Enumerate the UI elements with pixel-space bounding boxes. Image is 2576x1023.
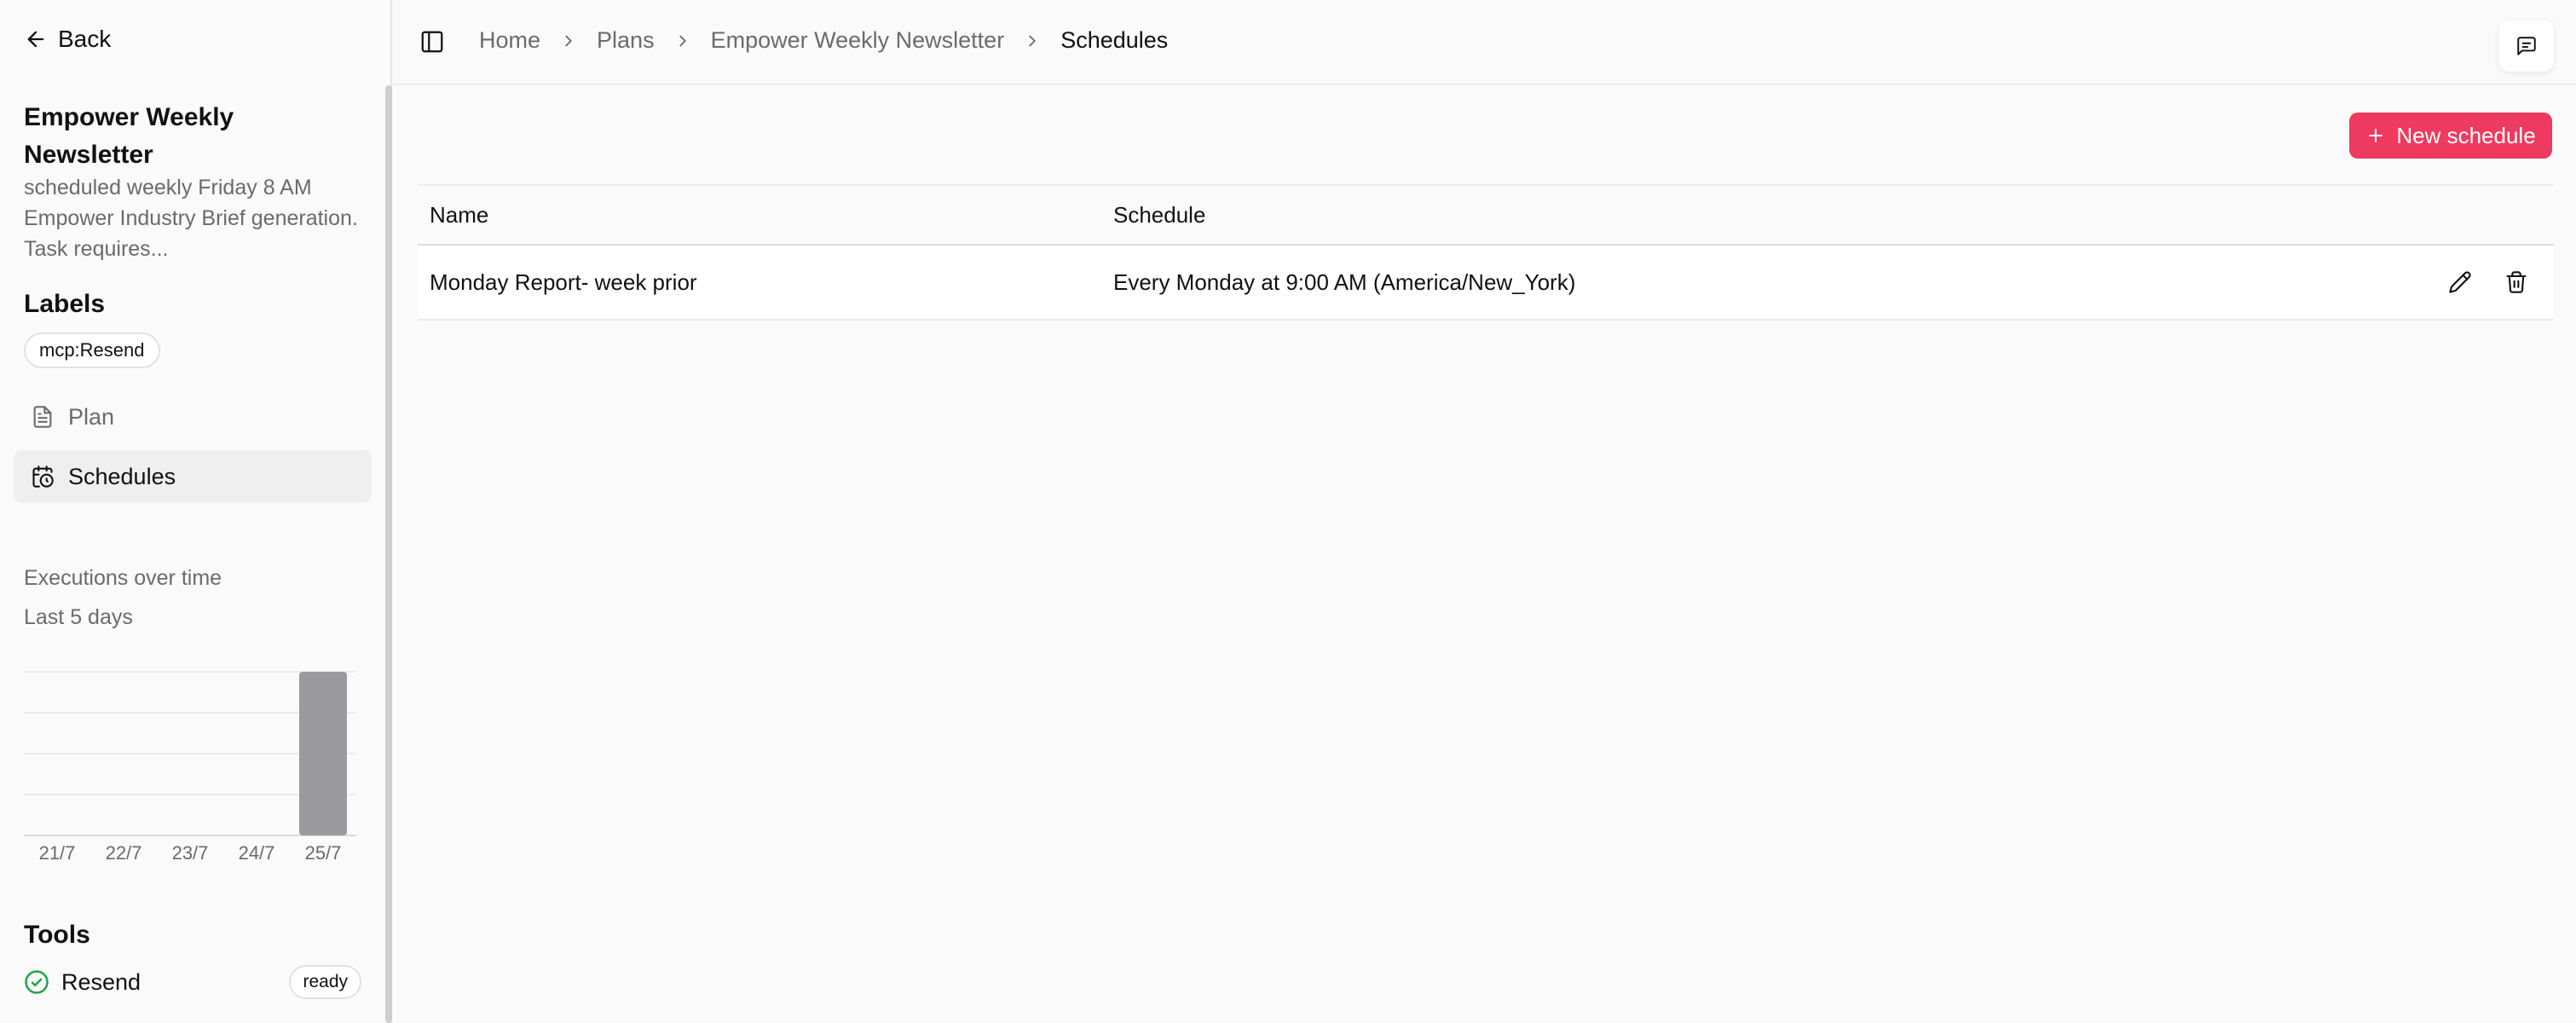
new-schedule-button[interactable]: New schedule: [2349, 113, 2552, 159]
plan-title: Empower Weekly Newsletter: [24, 103, 234, 169]
column-header-schedule: Schedule: [1113, 201, 1206, 228]
executions-subtitle: Last 5 days: [24, 605, 133, 629]
chevron-right-icon: [565, 35, 572, 46]
table-row[interactable]: Monday Report- week prior Every Monday a…: [418, 246, 2554, 321]
breadcrumb-plans[interactable]: Plans: [597, 27, 655, 54]
chart-tick-label: 22/7: [106, 842, 142, 864]
trash-icon[interactable]: [2504, 270, 2528, 294]
sidebar-item-label: Schedules: [68, 463, 176, 489]
panel-left-icon: [421, 31, 443, 53]
tool-info: Resend: [24, 969, 141, 996]
sidebar-nav: Plan Schedules: [14, 390, 372, 510]
sidebar-item-label: Plan: [68, 403, 115, 430]
status-badge: ready: [289, 965, 361, 999]
labels-heading: Labels: [24, 290, 106, 318]
sidebar: Back Empower Weekly Newsletter scheduled…: [0, 0, 392, 1023]
edit-pencil-icon[interactable]: [2448, 270, 2472, 294]
schedule-name: Monday Report- week prior: [430, 269, 697, 295]
column-header-name: Name: [430, 201, 489, 228]
document-icon: [33, 406, 52, 428]
breadcrumb-plan[interactable]: Empower Weekly Newsletter: [711, 27, 1005, 54]
arrow-left-icon: [27, 31, 44, 48]
chevron-right-icon: [679, 35, 686, 46]
breadcrumb-current: Schedules: [1060, 27, 1169, 53]
tool-row: Resend ready: [24, 965, 361, 999]
executions-chart: 21/7 22/7 23/7 24/7 25/7: [24, 671, 356, 864]
plus-icon: [2369, 129, 2383, 142]
back-button[interactable]: Back: [24, 26, 111, 53]
chart-bar[interactable]: [299, 672, 347, 835]
chart-tick-label: 24/7: [239, 842, 275, 864]
chevron-right-icon: [1029, 35, 1036, 46]
chart-tick-label: 21/7: [39, 842, 76, 864]
tool-name: Resend: [61, 968, 142, 995]
back-label: Back: [58, 26, 112, 52]
sidebar-item-schedules[interactable]: Schedules: [14, 450, 372, 503]
schedules-table: Name Schedule Monday Report- week prior …: [418, 184, 2554, 321]
sidebar-scrollbar[interactable]: [385, 85, 392, 1023]
executions-title: Executions over time: [24, 566, 222, 590]
new-schedule-label: New schedule: [2396, 122, 2536, 148]
sidebar-item-plan[interactable]: Plan: [14, 390, 372, 443]
chart-tick-label: 25/7: [305, 842, 342, 864]
calendar-clock-icon: [32, 465, 54, 488]
sidebar-toggle-button[interactable]: [419, 29, 445, 55]
chart-tick-label: 23/7: [172, 842, 209, 864]
message-square-icon: [2517, 37, 2536, 55]
table-header: Name Schedule: [418, 186, 2554, 246]
schedule-description: Every Monday at 9:00 AM (America/New_Yor…: [1113, 269, 1576, 295]
row-actions: [2448, 270, 2554, 294]
plan-description: scheduled weekly Friday 8 AM Empower Ind…: [24, 176, 358, 261]
breadcrumb: Home Plans Empower Weekly Newsletter Sch…: [479, 27, 1168, 54]
header: Home Plans Empower Weekly Newsletter Sch…: [392, 0, 2576, 85]
breadcrumb-home[interactable]: Home: [479, 27, 540, 54]
feedback-button[interactable]: [2499, 20, 2554, 72]
tools-heading: Tools: [24, 921, 90, 949]
check-circle-icon: [25, 970, 49, 994]
label-chip: mcp:Resend: [24, 332, 160, 368]
